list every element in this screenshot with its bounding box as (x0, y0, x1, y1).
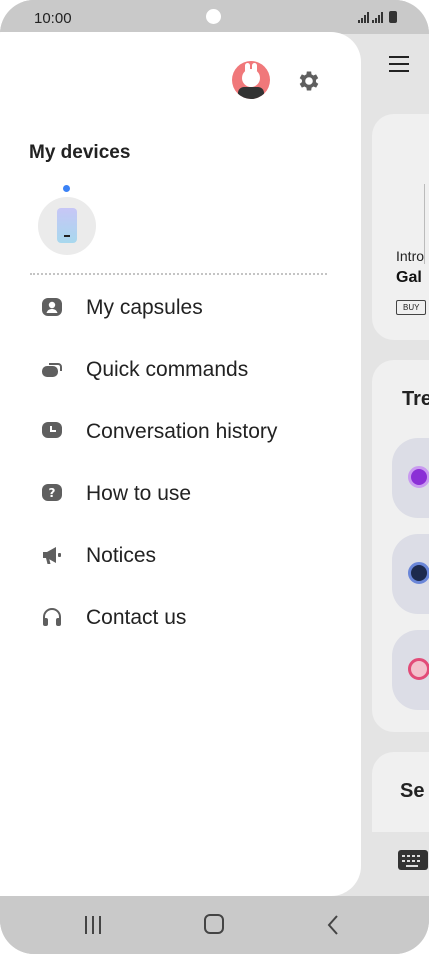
trending-card: Tre (372, 360, 429, 732)
megaphone-icon (43, 547, 61, 564)
keyboard-icon[interactable] (398, 850, 428, 870)
trending-title: Tre (402, 388, 429, 410)
battery-icon (389, 11, 397, 23)
status-time: 10:00 (34, 10, 72, 27)
avatar[interactable] (232, 61, 270, 99)
svg-text:?: ? (49, 486, 56, 500)
menu-item-how-to-use[interactable]: ? How to use (0, 463, 361, 525)
trending-item[interactable] (392, 534, 429, 614)
help-icon: ? (42, 484, 62, 501)
menu-item-notices[interactable]: Notices (0, 525, 361, 587)
divider (30, 273, 327, 275)
menu-item-my-capsules[interactable]: My capsules (0, 277, 361, 339)
trending-item[interactable] (392, 630, 429, 710)
hamburger-menu-icon[interactable] (389, 56, 409, 77)
camera-cutout (206, 9, 221, 24)
capsule-icon (408, 562, 429, 584)
menu-item-label: Notices (86, 544, 157, 567)
promo-intro-text: Intro (396, 248, 425, 264)
promo-title-text: Gal (396, 269, 422, 286)
settings-gear-icon[interactable] (296, 68, 322, 94)
menu-item-label: How to use (86, 482, 192, 505)
recent-apps-button[interactable] (85, 916, 105, 934)
menu-item-label: Contact us (86, 606, 187, 629)
menu-item-label: Quick commands (86, 358, 249, 381)
capsule-icon (408, 466, 429, 488)
buy-button[interactable]: BUY (396, 300, 427, 315)
section-card: Se (372, 752, 429, 832)
person-card-icon (42, 298, 62, 316)
headset-icon (43, 608, 61, 626)
status-icons (358, 11, 397, 23)
promo-image (424, 184, 425, 264)
home-button[interactable] (204, 914, 224, 934)
back-button[interactable] (326, 914, 340, 936)
menu-item-contact-us[interactable]: Contact us (0, 587, 361, 649)
system-nav-bar (0, 896, 429, 954)
menu-item-conversation-history[interactable]: Conversation history (0, 401, 361, 463)
trending-item[interactable] (392, 438, 429, 518)
menu-item-label: My capsules (86, 296, 203, 319)
signal-icon (358, 12, 369, 23)
quick-commands-icon (42, 363, 62, 377)
menu-item-label: Conversation history (86, 420, 278, 443)
phone-icon (57, 208, 77, 243)
promo-card[interactable]: Intro Gal BUY (372, 114, 429, 340)
signal-icon (372, 12, 383, 23)
device-phone-tile[interactable] (38, 197, 96, 255)
capsule-icon (408, 658, 429, 680)
menu-item-quick-commands[interactable]: Quick commands (0, 339, 361, 401)
phone-screen: Intro Gal BUY Tre Se 10:00 My devices My… (0, 0, 429, 954)
navigation-drawer: My devices My capsules Quick commands Co… (0, 32, 361, 896)
history-icon (42, 422, 62, 438)
device-active-dot (63, 185, 70, 192)
my-devices-title: My devices (29, 142, 131, 163)
status-bar: 10:00 (0, 0, 429, 34)
section-card-title: Se (400, 780, 425, 802)
